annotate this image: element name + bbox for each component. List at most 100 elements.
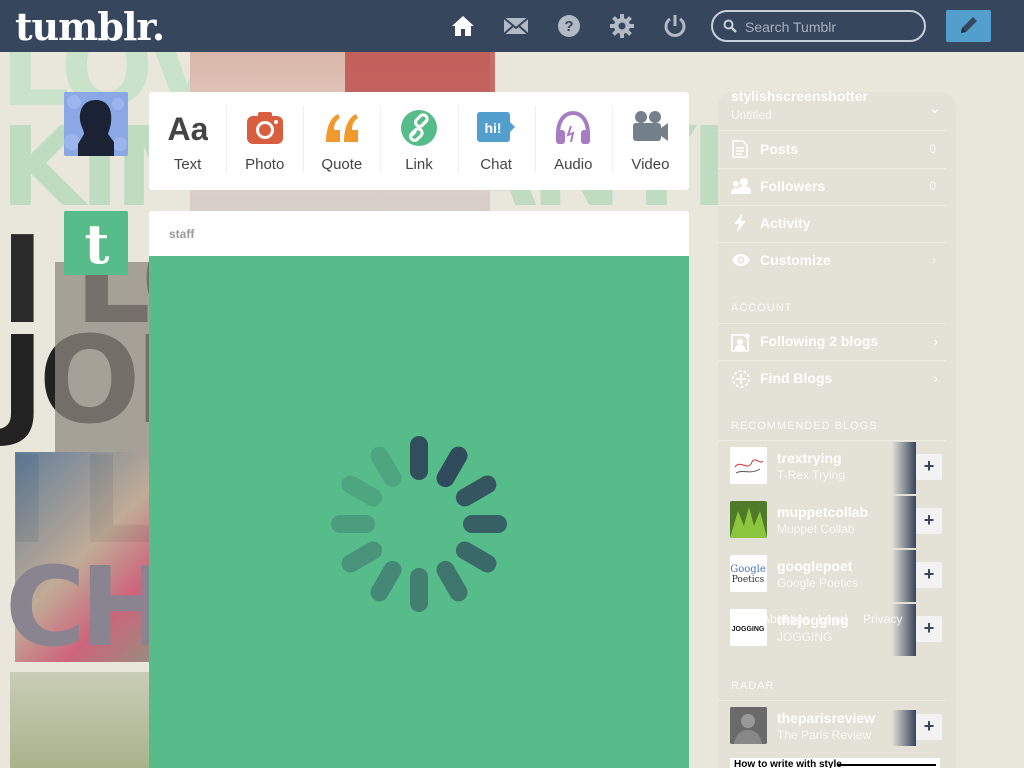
post-media[interactable]	[149, 256, 689, 768]
follow-button[interactable]: +	[916, 562, 942, 588]
compose-button[interactable]	[946, 10, 991, 42]
tumblr-t-icon: t	[64, 211, 128, 275]
recommended-blog[interactable]: trextrying T-Rex Trying +	[730, 442, 942, 494]
post-type-label: Quote	[321, 156, 363, 173]
footer-link-apps[interactable]: Apps	[782, 612, 809, 626]
radar-post-headline: How to write with style	[734, 759, 842, 768]
tumblr-logo[interactable]: tumblr.	[15, 4, 165, 49]
bg-photo	[345, 52, 495, 97]
post-type-quote[interactable]: Quote	[303, 92, 380, 190]
chevron-down-icon[interactable]: ⌄	[928, 98, 941, 118]
sidebar-item-label: Followers	[760, 178, 826, 194]
post-type-link[interactable]: Link	[380, 92, 457, 190]
post-type-video[interactable]: Video	[611, 92, 689, 190]
svg-text:hi!: hi!	[485, 120, 502, 136]
dashboard-post: staff	[149, 211, 689, 768]
chevron-right-icon: ›	[932, 253, 936, 267]
post-type-text[interactable]: Aa Text	[149, 92, 226, 190]
blog-name[interactable]: googlepoet	[777, 558, 852, 574]
mail-icon[interactable]	[503, 14, 529, 38]
blog-name[interactable]: theparisreview	[777, 710, 875, 726]
divider	[718, 440, 946, 441]
spinner-segment	[436, 446, 468, 488]
blog-title: JOGGING	[777, 630, 833, 644]
blog-avatar: Google Poetics	[730, 555, 767, 592]
post-type-label: Text	[173, 156, 202, 173]
follow-button[interactable]: +	[916, 714, 942, 740]
help-icon[interactable]: ?	[556, 14, 582, 38]
posts-icon	[732, 140, 748, 158]
search-icon	[723, 19, 737, 33]
loading-spinner-icon	[331, 436, 507, 612]
account-heading: ACCOUNT	[731, 302, 793, 314]
svg-text:Poetics: Poetics	[732, 575, 765, 585]
spinner-segment	[370, 446, 402, 488]
footer-link-privacy[interactable]: Privacy	[863, 612, 902, 626]
following-icon	[731, 333, 750, 352]
blog-name[interactable]: muppetcollab	[777, 504, 868, 520]
spinner-segment	[370, 560, 402, 602]
staff-avatar[interactable]: t	[64, 211, 128, 275]
spinner-segment	[455, 541, 497, 573]
post-type-photo[interactable]: Photo	[226, 92, 303, 190]
link-icon	[400, 110, 437, 146]
default-avatar-silhouette-icon	[64, 92, 128, 156]
follow-button[interactable]: +	[916, 616, 942, 642]
sidebar-item-followers[interactable]: Followers 0	[718, 168, 948, 205]
sidebar-item-posts[interactable]: Posts 0	[718, 131, 948, 168]
sidebar-item-following[interactable]: Following 2 blogs ›	[718, 323, 948, 360]
video-camera-icon	[633, 111, 669, 141]
svg-text:t: t	[85, 212, 110, 275]
text-icon: Aa	[168, 111, 208, 147]
power-icon[interactable]	[662, 14, 688, 38]
settings-icon[interactable]	[609, 14, 635, 38]
radar-blog[interactable]: theparisreview The Paris Review +	[730, 702, 942, 754]
home-icon[interactable]	[450, 14, 476, 38]
spinner-segment	[341, 475, 383, 507]
sidebar-item-find-blogs[interactable]: Find Blogs ›	[718, 360, 948, 397]
eye-icon	[732, 254, 750, 266]
spinner-segment	[463, 515, 507, 533]
sidebar-item-label: Activity	[760, 215, 811, 231]
recommended-blog[interactable]: Google Poetics googlepoet Google Poetics …	[730, 550, 942, 602]
blog-avatar	[730, 707, 767, 744]
follow-button[interactable]: +	[916, 454, 942, 480]
user-avatar[interactable]	[64, 92, 128, 156]
post-type-label: Link	[405, 156, 433, 173]
blog-title: The Paris Review	[777, 728, 872, 742]
svg-text:?: ?	[564, 18, 573, 35]
svg-text:JOGGING: JOGGING	[732, 626, 765, 633]
post-type-chat[interactable]: hi! Chat	[457, 92, 535, 190]
post-type-audio[interactable]: Audio	[534, 92, 612, 190]
sidebar-item-activity[interactable]: Activity	[718, 205, 948, 242]
post-type-label: Chat	[480, 156, 512, 173]
follow-button[interactable]: +	[916, 508, 942, 534]
sidebar-item-label: Customize	[760, 252, 831, 268]
spinner-segment	[410, 436, 428, 480]
sidebar-blog-name[interactable]: stylishscreenshotter	[731, 88, 868, 104]
post-type-bar: Aa Text Photo Quote Link hi! Chat Audio …	[149, 92, 689, 190]
svg-text:Google: Google	[730, 564, 766, 575]
follow-fade	[892, 496, 916, 548]
chevron-right-icon: ›	[933, 370, 938, 386]
pencil-icon	[961, 17, 977, 33]
footer-link-legal[interactable]: Legal	[818, 612, 847, 626]
blog-title: T-Rex Trying	[777, 468, 846, 482]
blog-title: Muppet Collab	[777, 522, 855, 536]
spinner-segment	[410, 568, 428, 612]
blog-name[interactable]: trextrying	[777, 450, 842, 466]
recommended-blog[interactable]: muppetcollab Muppet Collab +	[730, 496, 942, 548]
sidebar-item-label: Find Blogs	[760, 370, 833, 386]
radar-post-preview[interactable]: How to write with style	[730, 758, 940, 768]
post-type-label: Audio	[554, 156, 593, 173]
post-author-link[interactable]: staff	[169, 227, 194, 241]
sidebar-item-customize[interactable]: Customize ›	[718, 242, 948, 279]
sidebar-blog-subtitle: Untitled	[731, 108, 772, 122]
spinner-segment	[455, 475, 497, 507]
radar-post-rule	[838, 764, 936, 766]
search-input[interactable]	[745, 18, 915, 36]
search-box	[711, 10, 926, 42]
divider	[718, 700, 946, 701]
sidebar-item-label: Following 2 blogs	[760, 333, 879, 349]
radar-heading: RADAR	[731, 680, 775, 692]
